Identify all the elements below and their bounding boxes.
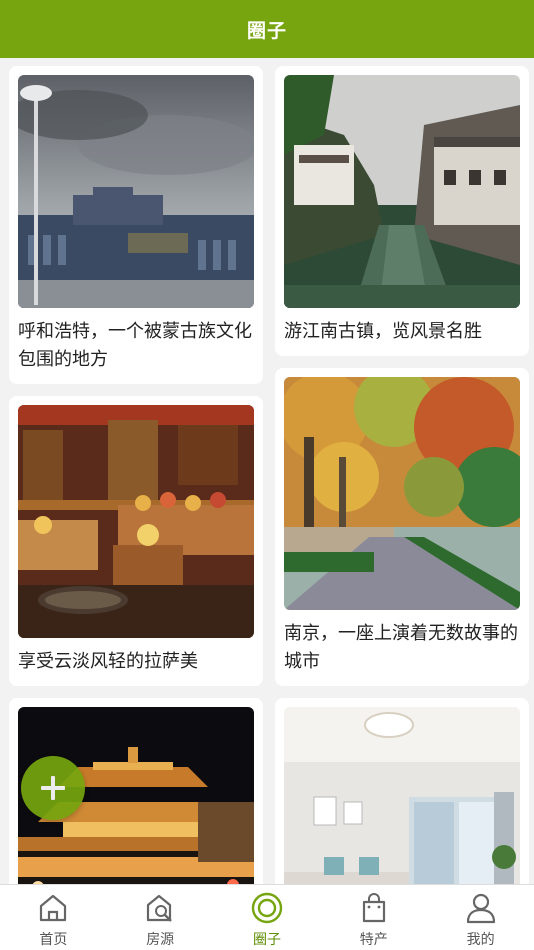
post-title: 南京，一座上演着无数故事的城市 (284, 623, 518, 672)
post-image (284, 75, 520, 308)
add-post-button[interactable] (21, 756, 85, 820)
tab-listings[interactable]: 房源 (107, 885, 214, 950)
post-image (284, 377, 520, 610)
tab-label: 圈子 (252, 932, 281, 948)
tab-label: 房源 (146, 932, 175, 948)
plus-icon (41, 776, 65, 800)
post-title: 呼和浩特，一个被蒙古族文化包围的地方 (18, 321, 252, 370)
tab-circle[interactable]: 圈子 (214, 885, 321, 950)
bottom-tab-bar: 首页 房源 圈子 特产 我的 (0, 884, 534, 950)
post-image (18, 75, 254, 308)
page-title: 圈子 (246, 19, 287, 42)
post-card[interactable]: 游江南古镇，览风景名胜 (275, 66, 529, 356)
post-card[interactable] (275, 698, 529, 884)
post-feed[interactable]: 呼和浩特，一个被蒙古族文化包围的地方 享受云淡风轻的拉萨美 游江南古镇，览风景名… (0, 58, 534, 884)
tab-home[interactable]: 首页 (0, 885, 107, 950)
tab-mine[interactable]: 我的 (427, 885, 534, 950)
post-title: 游江南古镇，览风景名胜 (284, 321, 482, 342)
tab-label: 特产 (359, 932, 388, 948)
shopping-bag-icon (362, 893, 385, 923)
tab-label: 首页 (39, 932, 68, 948)
user-icon (466, 893, 495, 924)
tab-specialty[interactable]: 特产 (320, 885, 427, 950)
feed-column-right: 游江南古镇，览风景名胜 南京，一座上演着无数故事的城市 (275, 66, 529, 884)
post-card[interactable]: 呼和浩特，一个被蒙古族文化包围的地方 (9, 66, 263, 384)
tab-label: 我的 (466, 932, 495, 948)
post-card[interactable]: 南京，一座上演着无数故事的城市 (275, 368, 529, 686)
post-card[interactable]: 享受云淡风轻的拉萨美 (9, 396, 263, 686)
home-icon (40, 894, 67, 922)
circle-target-icon (251, 892, 283, 924)
post-title: 享受云淡风轻的拉萨美 (18, 651, 198, 672)
post-image (18, 405, 254, 638)
top-header: 圈子 (0, 0, 534, 58)
house-search-icon (147, 894, 173, 922)
post-image (284, 707, 520, 884)
